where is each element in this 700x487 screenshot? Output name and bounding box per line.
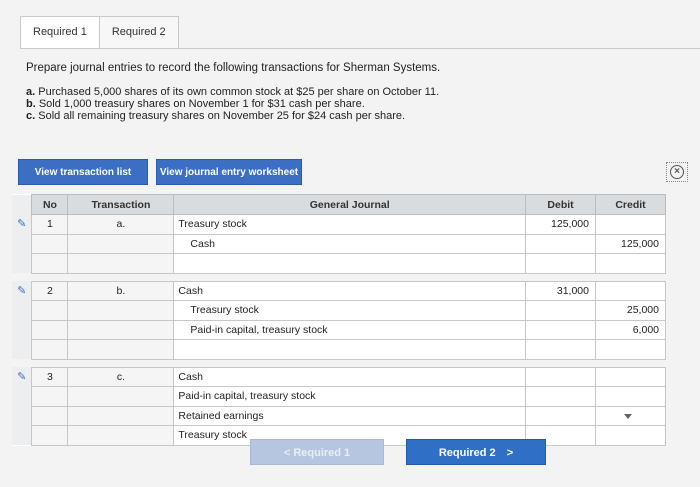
tab-divider <box>20 48 700 49</box>
account-cell[interactable]: Cash <box>173 233 527 254</box>
account-cell[interactable]: Retained earnings <box>173 405 527 426</box>
pencil-icon: ✎ <box>17 218 27 231</box>
account-cell[interactable]: Treasury stock <box>173 214 527 235</box>
entry-transaction: a. <box>67 214 175 235</box>
entry-no: 1 <box>31 214 69 235</box>
credit-cell[interactable] <box>595 425 666 446</box>
debit-cell[interactable] <box>525 319 596 340</box>
table-row: Paid-in capital, treasury stock <box>12 386 666 407</box>
view-journal-entry-worksheet-button[interactable]: View journal entry worksheet <box>156 159 302 185</box>
pencil-icon: ✎ <box>17 370 27 383</box>
table-row: Retained earnings <box>12 405 666 426</box>
credit-cell[interactable] <box>595 280 666 301</box>
table-row <box>12 253 666 274</box>
account-cell[interactable] <box>173 339 527 360</box>
pencil-icon: ✎ <box>17 284 27 297</box>
edit-entry-2-button[interactable]: ✎ <box>12 281 32 301</box>
tab-required-2[interactable]: Required 2 <box>98 16 179 48</box>
debit-cell[interactable] <box>525 386 596 407</box>
transaction-item-b: b. Sold 1,000 treasury shares on Novembe… <box>26 98 365 110</box>
transaction-item-a: a. Purchased 5,000 shares of its own com… <box>26 86 440 98</box>
credit-cell[interactable] <box>595 366 666 387</box>
debit-cell[interactable] <box>525 233 596 254</box>
credit-cell[interactable] <box>595 214 666 235</box>
instructions-text: Prepare journal entries to record the fo… <box>26 62 441 74</box>
col-general-journal: General Journal <box>173 194 527 215</box>
debit-cell[interactable] <box>525 339 596 360</box>
account-cell[interactable]: Cash <box>173 280 527 301</box>
debit-cell[interactable]: 125,000 <box>525 214 596 235</box>
edit-entry-3-button[interactable]: ✎ <box>12 367 32 387</box>
account-cell[interactable]: Paid-in capital, treasury stock <box>173 319 527 340</box>
entry-transaction: c. <box>67 366 175 387</box>
worksheet-panel: Required 1 Required 2 Prepare journal en… <box>0 0 700 487</box>
dropdown-caret-icon <box>623 413 632 419</box>
table-row: ✎ 3 c. Cash <box>12 366 666 387</box>
close-button[interactable]: × <box>666 162 688 182</box>
debit-cell[interactable] <box>525 253 596 274</box>
credit-cell[interactable]: 6,000 <box>595 319 666 340</box>
debit-cell[interactable] <box>525 366 596 387</box>
table-row: ✎ 1 a. Treasury stock 125,000 <box>12 214 666 235</box>
table-row: ✎ 2 b. Cash 31,000 <box>12 280 666 301</box>
col-debit: Debit <box>525 194 596 215</box>
prev-required-1-button[interactable]: < Required 1 <box>250 439 384 465</box>
transaction-item-c: c. Sold all remaining treasury shares on… <box>26 110 406 122</box>
table-row <box>12 339 666 360</box>
credit-cell[interactable] <box>595 339 666 360</box>
account-cell[interactable]: Paid-in capital, treasury stock <box>173 386 527 407</box>
entry-transaction: b. <box>67 280 175 301</box>
credit-cell[interactable] <box>595 386 666 407</box>
chevron-right-icon: > <box>506 447 514 459</box>
chevron-left-icon: < <box>283 447 291 459</box>
debit-cell[interactable] <box>525 300 596 321</box>
journal-table: No Transaction General Journal Debit Cre… <box>12 194 666 446</box>
col-transaction: Transaction <box>67 194 175 215</box>
debit-cell[interactable]: 31,000 <box>525 280 596 301</box>
entry-no: 2 <box>31 280 69 301</box>
next-required-2-button[interactable]: Required 2 > <box>406 439 546 465</box>
col-no: No <box>31 194 69 215</box>
credit-cell[interactable]: 25,000 <box>595 300 666 321</box>
tab-bar: Required 1 Required 2 <box>20 16 179 48</box>
debit-cell[interactable] <box>525 405 596 426</box>
account-cell[interactable]: Treasury stock <box>173 300 527 321</box>
col-credit: Credit <box>595 194 666 215</box>
credit-cell[interactable] <box>595 253 666 274</box>
tab-required-1[interactable]: Required 1 <box>20 16 100 48</box>
close-icon: × <box>670 165 684 179</box>
credit-cell[interactable] <box>595 405 666 426</box>
entry-no: 3 <box>31 366 69 387</box>
table-row: Treasury stock 25,000 <box>12 300 666 321</box>
edit-entry-1-button[interactable]: ✎ <box>12 214 32 234</box>
table-row: Paid-in capital, treasury stock 6,000 <box>12 319 666 340</box>
credit-cell[interactable]: 125,000 <box>595 233 666 254</box>
view-transaction-list-button[interactable]: View transaction list <box>18 159 148 185</box>
table-row: Cash 125,000 <box>12 233 666 254</box>
transaction-list: a. Purchased 5,000 shares of its own com… <box>26 86 439 122</box>
account-cell[interactable]: Cash <box>173 366 527 387</box>
account-cell[interactable] <box>173 253 527 274</box>
